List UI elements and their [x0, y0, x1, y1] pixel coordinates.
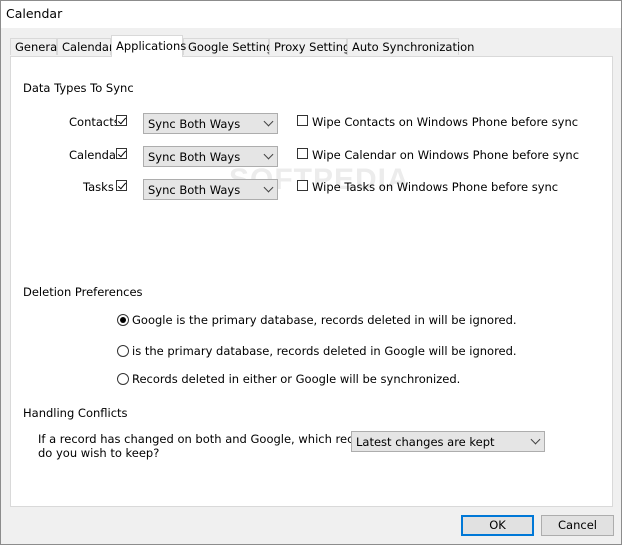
wipe-contacts-label: Wipe Contacts on Windows Phone before sy… [312, 115, 579, 129]
tab-auto-synchronization[interactable]: Auto Synchronization [347, 38, 474, 55]
contacts-label: Contacts [69, 115, 120, 129]
wipe-contacts-checkbox[interactable] [297, 115, 308, 126]
wipe-calendar-label: Wipe Calendar on Windows Phone before sy… [312, 148, 580, 162]
deletion-app-primary-label: is the primary database, records deleted… [132, 344, 517, 358]
conflict-resolution-select[interactable]: Latest changes are kept [351, 431, 545, 452]
applications-panel: SOFTPEDIA Data Types To Sync Contacts Sy… [10, 56, 613, 507]
deletion-google-primary-radio[interactable] [117, 314, 129, 326]
cancel-button[interactable]: Cancel [541, 515, 614, 536]
wipe-calendar-checkbox[interactable] [297, 148, 308, 159]
conflict-question-line1: If a record has changed on both and Goog… [38, 432, 373, 446]
window-title: Calendar [6, 6, 63, 21]
calendar-label: Calendar [69, 148, 121, 162]
deletion-both-sync-radio[interactable] [117, 373, 129, 385]
handling-conflicts-heading: Handling Conflicts [23, 406, 128, 420]
tasks-sync-mode-value: Sync Both Ways [148, 183, 241, 197]
tasks-label: Tasks [83, 180, 114, 194]
tasks-sync-mode-select[interactable]: Sync Both Ways [143, 179, 278, 200]
contacts-sync-mode-select[interactable]: Sync Both Ways [143, 113, 278, 134]
tasks-checkbox[interactable] [116, 180, 127, 191]
conflict-question-line2: do you wish to keep? [38, 446, 160, 460]
contacts-checkbox[interactable] [116, 115, 127, 126]
calendar-checkbox[interactable] [116, 148, 127, 159]
wipe-tasks-label: Wipe Tasks on Windows Phone before sync [312, 180, 559, 194]
wipe-tasks-checkbox[interactable] [297, 180, 308, 191]
deletion-preferences-heading: Deletion Preferences [23, 285, 143, 299]
calendar-dialog: Calendar General Calendar Applications G… [0, 0, 622, 545]
tab-calendar[interactable]: Calendar [57, 38, 114, 55]
deletion-google-primary-label: Google is the primary database, records … [132, 313, 517, 327]
calendar-sync-mode-value: Sync Both Ways [148, 150, 241, 164]
title-bar: Calendar [1, 1, 621, 28]
chevron-down-icon [530, 434, 541, 445]
contacts-sync-mode-value: Sync Both Ways [148, 117, 241, 131]
chevron-down-icon [263, 149, 274, 160]
chevron-down-icon [263, 116, 274, 127]
chevron-down-icon [263, 182, 274, 193]
ok-button[interactable]: OK [461, 515, 534, 536]
data-types-heading: Data Types To Sync [23, 81, 134, 95]
conflict-resolution-value: Latest changes are kept [356, 435, 495, 449]
tab-general[interactable]: General [10, 38, 60, 55]
tab-proxy-settings[interactable]: Proxy Settings [269, 38, 356, 55]
tab-google-settings[interactable]: Google Settings [183, 38, 279, 55]
deletion-app-primary-radio[interactable] [117, 345, 129, 357]
calendar-sync-mode-select[interactable]: Sync Both Ways [143, 146, 278, 167]
tab-applications[interactable]: Applications [111, 35, 186, 57]
deletion-both-sync-label: Records deleted in either or Google will… [132, 372, 461, 386]
